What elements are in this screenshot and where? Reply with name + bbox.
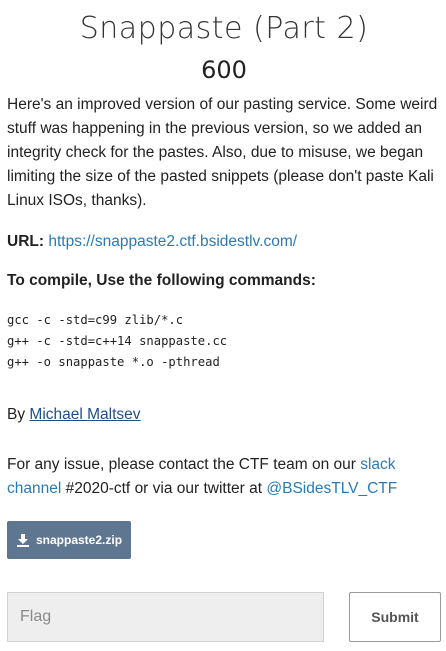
- flag-input[interactable]: [7, 592, 324, 642]
- download-attachment-button[interactable]: snappaste2.zip: [7, 521, 132, 559]
- twitter-link[interactable]: @BSidesTLV_CTF: [266, 480, 397, 497]
- attachment-filename: snappaste2.zip: [36, 533, 123, 547]
- download-icon: [17, 534, 29, 547]
- contact-info: For any issue, please contact the CTF te…: [7, 453, 441, 501]
- challenge-page: Snappaste (Part 2) 600 Here's an improve…: [7, 0, 441, 642]
- compile-command: g++ -c -std=c++14 snappaste.cc: [7, 334, 228, 348]
- compile-command: gcc -c -std=c99 zlib/*.c: [7, 313, 184, 327]
- contact-middle: or via our twitter at: [134, 480, 263, 497]
- url-label: URL:: [7, 233, 45, 250]
- challenge-url-link[interactable]: https://snappaste2.ctf.bsidestlv.com/: [48, 233, 297, 250]
- submit-button[interactable]: Submit: [349, 592, 441, 642]
- author-link[interactable]: Michael Maltsev: [29, 406, 140, 423]
- contact-prefix: For any issue, please contact the CTF te…: [7, 456, 356, 473]
- challenge-points: 600: [201, 56, 247, 84]
- compile-command: g++ -o snappaste *.o -pthread: [7, 355, 220, 369]
- author-line: By Michael Maltsev: [7, 403, 441, 427]
- challenge-description: Here's an improved version of our pastin…: [7, 96, 438, 209]
- channel-name: #2020-ctf: [65, 480, 131, 497]
- url-line: URL: https://snappaste2.ctf.bsidestlv.co…: [7, 230, 441, 254]
- compile-commands: gcc -c -std=c99 zlib/*.c g++ -c -std=c++1…: [7, 310, 441, 373]
- flag-submission-form: Submit: [7, 592, 441, 642]
- compile-heading: To compile, Use the following commands:: [7, 272, 316, 289]
- author-prefix: By: [7, 406, 26, 423]
- challenge-title: Snappaste (Part 2): [79, 11, 369, 46]
